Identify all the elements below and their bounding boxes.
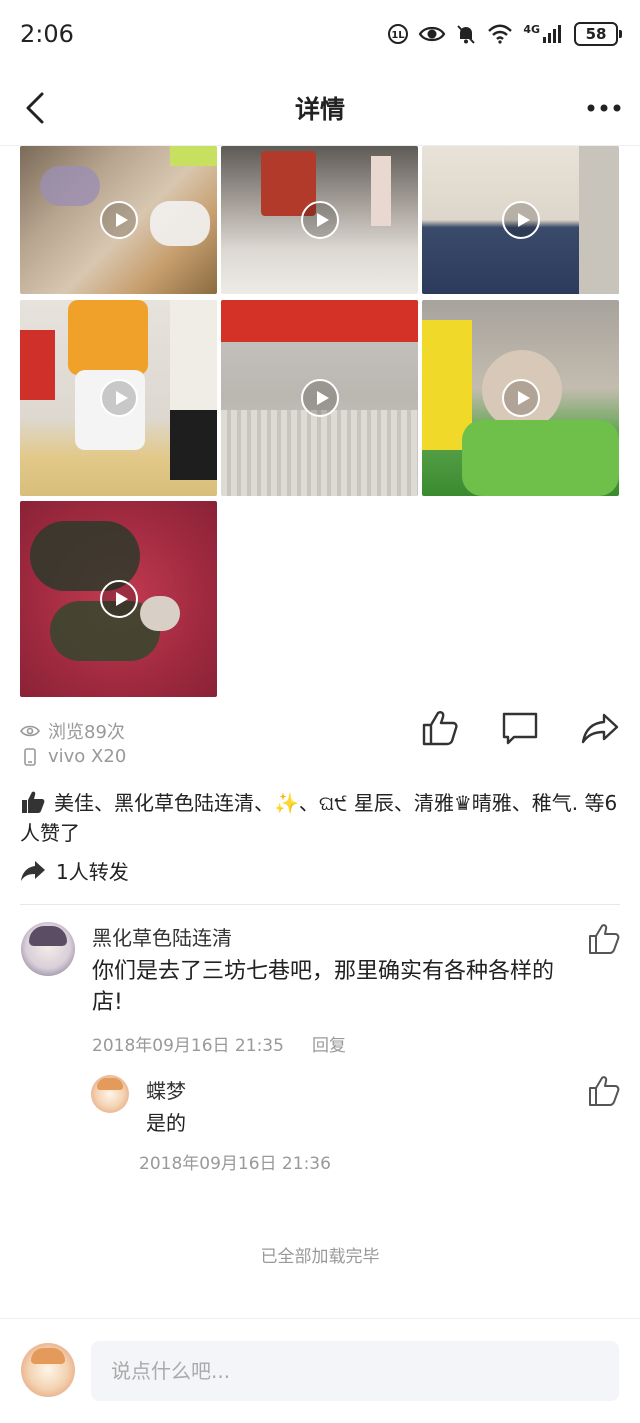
reply-author[interactable]: 蝶梦 xyxy=(146,1075,186,1104)
network-label: 4G xyxy=(523,22,540,36)
hd-icon: 1L xyxy=(388,24,409,44)
view-count: 浏览89次 xyxy=(20,718,125,744)
signal-icon xyxy=(543,25,561,43)
post-actions xyxy=(420,708,620,748)
play-icon xyxy=(99,379,138,417)
reply-button[interactable]: 回复 xyxy=(312,1031,346,1056)
comment-button[interactable] xyxy=(500,708,540,748)
video-thumbnail[interactable] xyxy=(20,300,217,496)
comment-bar xyxy=(0,1318,640,1423)
comment-author[interactable]: 黑化草色陆连清 xyxy=(92,922,232,951)
play-icon xyxy=(501,201,540,239)
reply-text: 是的 xyxy=(146,1111,186,1135)
avatar[interactable] xyxy=(91,1075,129,1113)
comment-like-button[interactable] xyxy=(587,922,621,956)
device-info: vivo X20 xyxy=(20,746,126,767)
page-title: 详情 xyxy=(294,95,345,124)
divider xyxy=(20,904,620,905)
video-thumbnail[interactable] xyxy=(422,146,619,294)
all-loaded-text: 已全部加载完毕 xyxy=(260,1247,380,1267)
play-icon xyxy=(99,201,138,239)
reply-time: 2018年09月16日 21:36 xyxy=(139,1154,331,1174)
thumbs-up-icon xyxy=(22,791,45,813)
play-icon xyxy=(501,379,540,417)
video-thumbnail[interactable] xyxy=(20,501,217,697)
nav-bar: 详情 xyxy=(0,70,640,146)
phone-icon xyxy=(24,747,36,766)
comment-text: 你们是去了三坊七巷吧，那里确实有各种各样的店! xyxy=(92,959,555,1015)
video-thumbnail[interactable] xyxy=(221,146,418,294)
mute-bell-icon xyxy=(457,25,476,44)
view-count-text: 浏览89次 xyxy=(48,722,125,743)
like-list: 美佳、黑化草色陆连清、✨、ଘ੯ 星辰、清雅♛晴雅、稚气. 等6人赞了 xyxy=(20,788,620,848)
avatar[interactable] xyxy=(21,1343,75,1397)
eye-icon xyxy=(419,26,446,42)
play-icon xyxy=(300,201,339,239)
battery-icon: 58 xyxy=(574,22,622,46)
video-thumbnail[interactable] xyxy=(422,300,619,496)
status-bar: 2:06 1L 4G 58 xyxy=(0,0,640,70)
reply-like-button[interactable] xyxy=(587,1074,621,1108)
avatar[interactable] xyxy=(21,922,75,976)
play-icon xyxy=(99,580,138,618)
comment-input[interactable] xyxy=(91,1341,619,1401)
comment-time: 2018年09月16日 21:35 xyxy=(92,1036,284,1056)
play-icon xyxy=(300,379,339,417)
like-button[interactable] xyxy=(420,708,460,748)
video-thumbnail[interactable] xyxy=(20,146,217,294)
more-dots-icon[interactable] xyxy=(584,90,624,126)
share-button[interactable] xyxy=(580,708,620,748)
eye-icon xyxy=(20,725,40,737)
wifi-icon xyxy=(488,24,513,44)
video-thumbnail[interactable] xyxy=(221,300,418,496)
forward-icon xyxy=(21,860,45,881)
forward-count-text: 1人转发 xyxy=(56,860,129,884)
status-time: 2:06 xyxy=(20,20,74,48)
like-list-text: 美佳、黑化草色陆连清、✨、ଘ੯ 星辰、清雅♛晴雅、稚气. 等6人赞了 xyxy=(20,791,618,845)
status-icons: 1L 4G 58 xyxy=(387,22,622,46)
forward-count: 1人转发 xyxy=(20,856,129,885)
svg-text:1L: 1L xyxy=(392,30,406,41)
device-text: vivo X20 xyxy=(48,746,127,767)
